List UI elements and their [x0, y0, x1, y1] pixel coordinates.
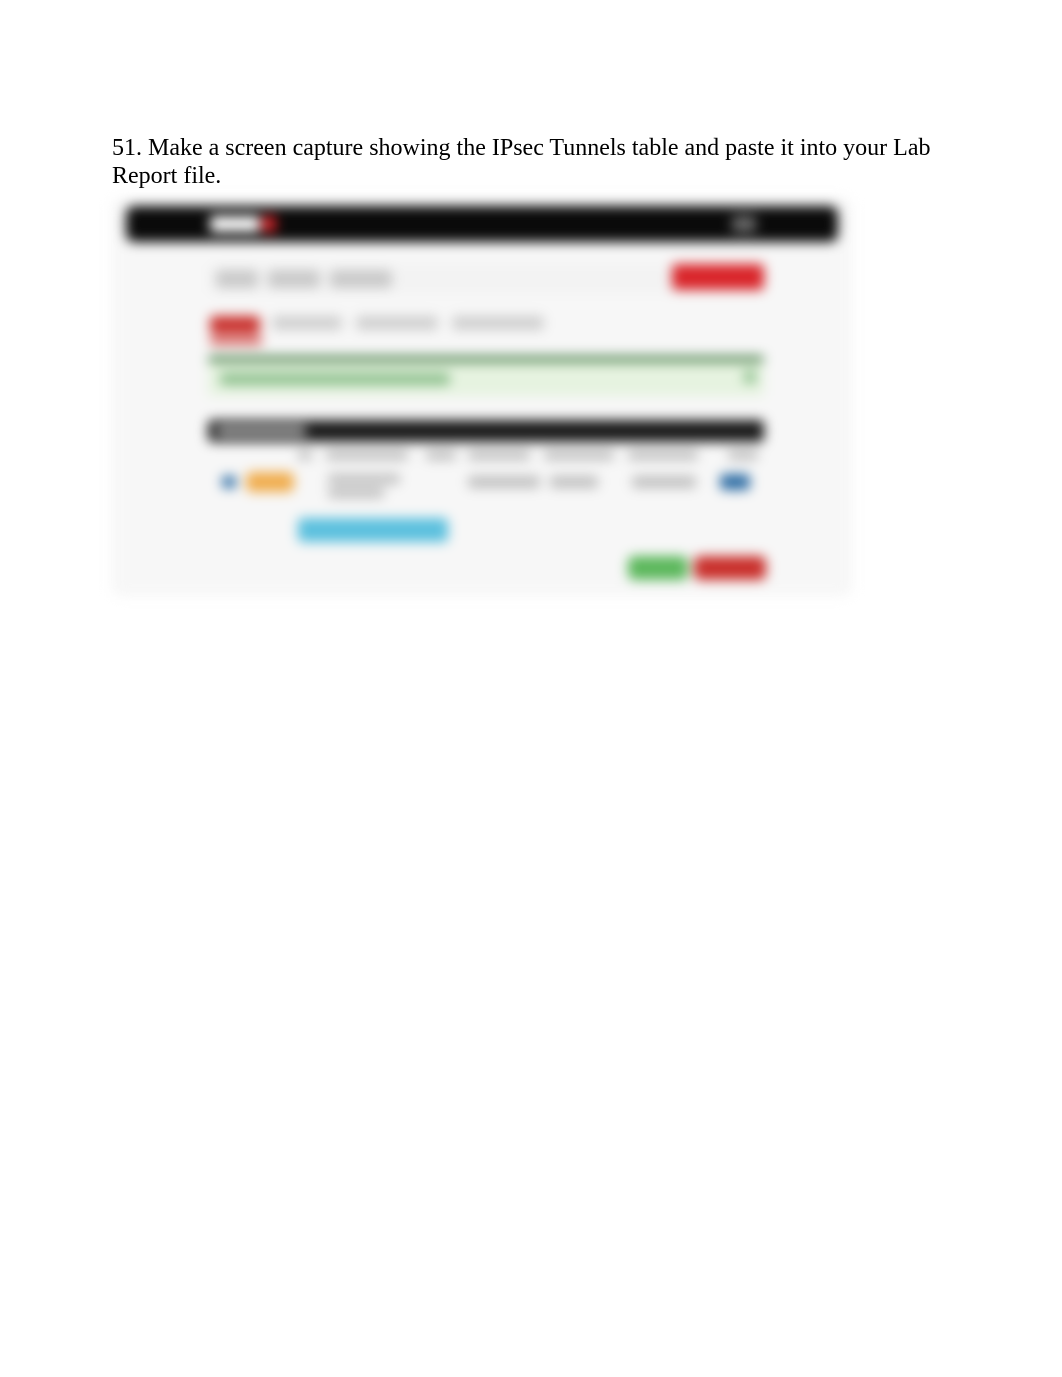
instruction-text: 51. Make a screen capture showing the IP… [112, 135, 950, 190]
ipsec-screenshot [112, 198, 852, 596]
